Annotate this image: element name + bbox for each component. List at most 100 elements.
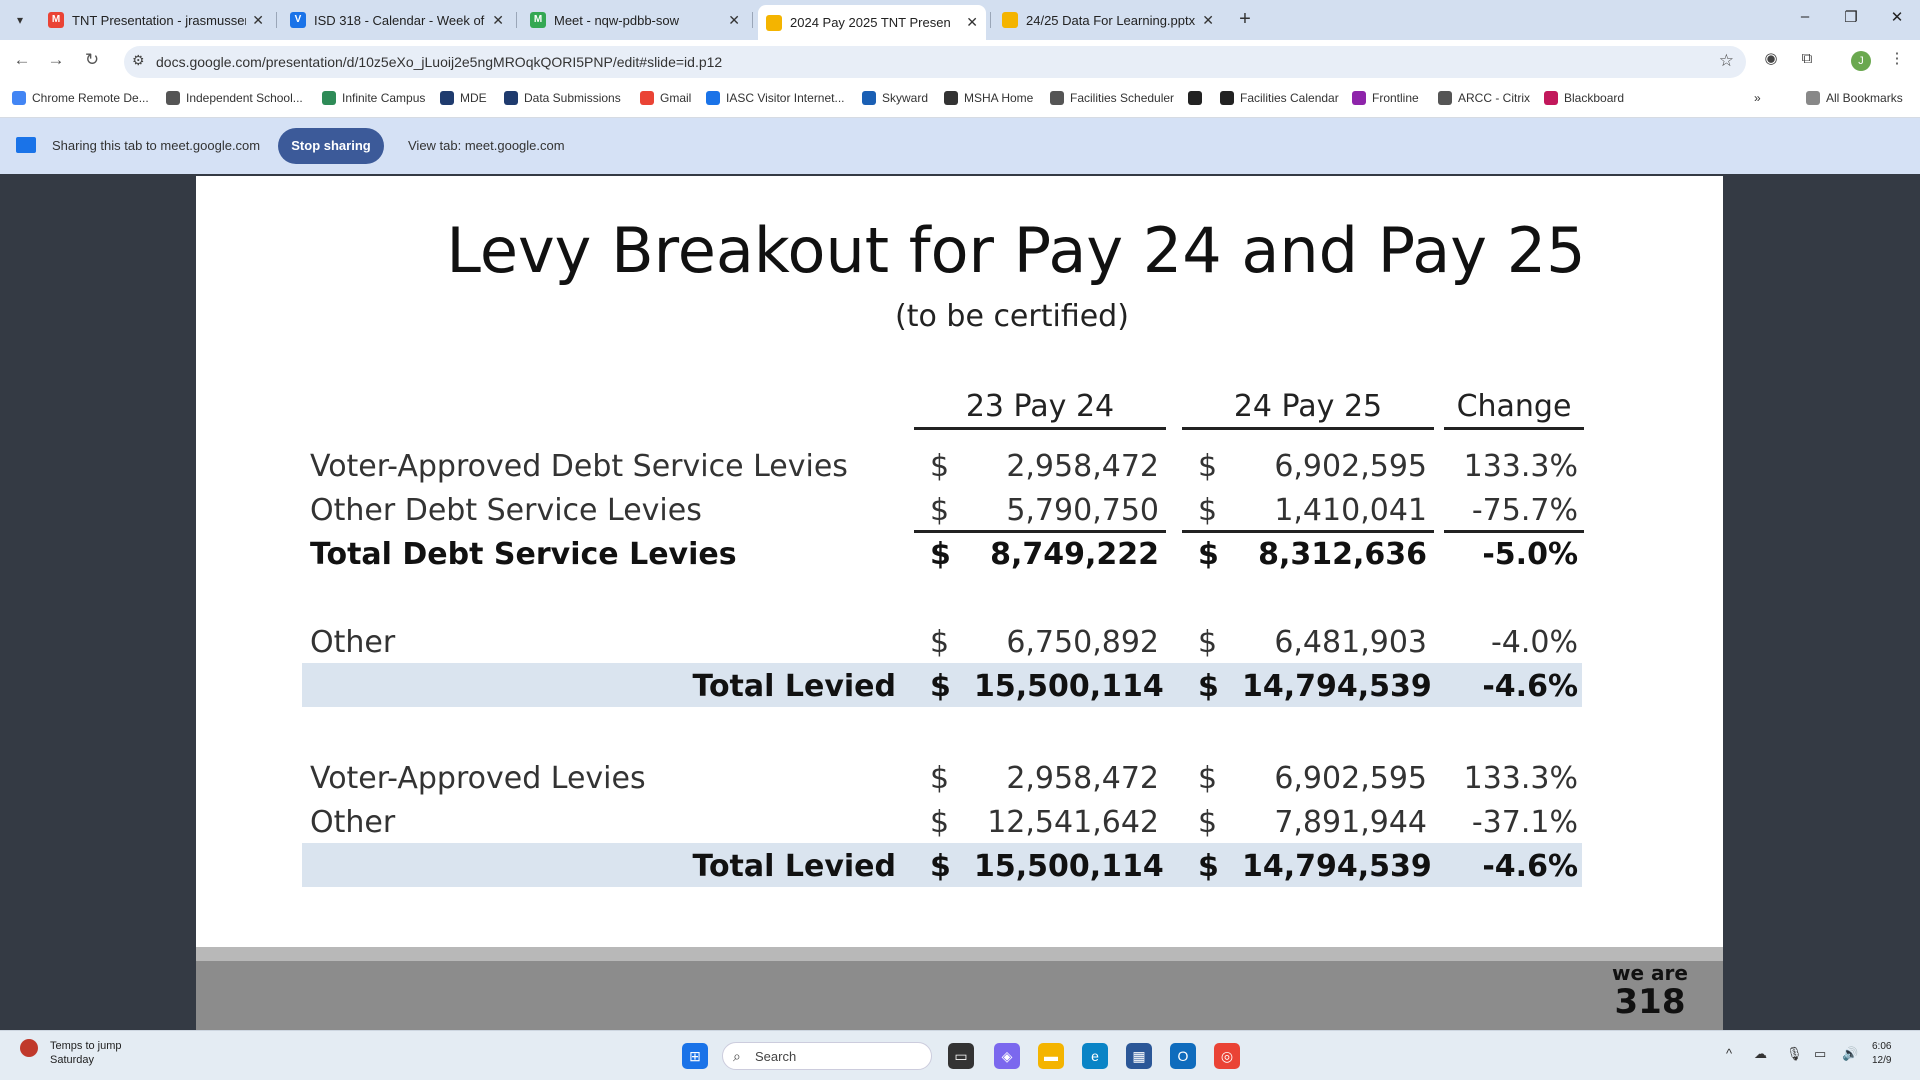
- profile-avatar[interactable]: J: [1851, 51, 1871, 71]
- change-percent: -5.0%: [1482, 537, 1578, 572]
- close-tab-icon[interactable]: ✕: [966, 14, 978, 31]
- bookmark-label: Gmail: [660, 91, 692, 105]
- tab-separator: [516, 12, 517, 28]
- volume-icon[interactable]: 🔊: [1842, 1046, 1858, 1062]
- url-text: docs.google.com/presentation/d/10z5eXo_j…: [156, 54, 723, 70]
- slide-subtitle: (to be certified): [895, 299, 1129, 334]
- row-label: Other Debt Service Levies: [310, 493, 702, 528]
- bookmark-item[interactable]: IASC Visitor Internet...: [706, 91, 845, 105]
- edge-icon[interactable]: e: [1082, 1043, 1108, 1069]
- bookmark-favicon-icon: [862, 91, 876, 105]
- all-bookmarks[interactable]: All Bookmarks: [1806, 91, 1903, 105]
- close-tab-icon[interactable]: ✕: [492, 12, 504, 29]
- tab-title: ISD 318 - Calendar - Week of D: [314, 12, 487, 28]
- weather-widget[interactable]: Temps to jump Saturday: [20, 1039, 122, 1067]
- tab-title: 24/25 Data For Learning.pptx: [1026, 12, 1196, 28]
- bookmark-item[interactable]: Independent School...: [166, 91, 303, 105]
- chrome-icon[interactable]: ◎: [1214, 1043, 1240, 1069]
- row-label: Total Levied: [692, 669, 896, 704]
- outlook-icon[interactable]: O: [1170, 1043, 1196, 1069]
- browser-tab[interactable]: 24/25 Data For Learning.pptx ✕: [994, 5, 1222, 35]
- close-tab-icon[interactable]: ✕: [1202, 12, 1214, 29]
- currency-symbol: $: [1198, 493, 1218, 528]
- bookmark-item[interactable]: Infinite Campus: [322, 91, 425, 105]
- network-icon[interactable]: ▭: [1814, 1046, 1826, 1062]
- close-tab-icon[interactable]: ✕: [252, 12, 264, 29]
- close-window-icon[interactable]: ✕: [1882, 8, 1912, 26]
- tab-favicon-icon: M: [530, 12, 546, 28]
- browser-tab[interactable]: M Meet - nqw-pdbb-sow ✕: [522, 5, 748, 35]
- levy-amount: 15,500,114: [974, 669, 1164, 704]
- bookmark-item[interactable]: ARCC - Citrix: [1438, 91, 1530, 105]
- tab-search-icon[interactable]: ▾: [8, 8, 32, 32]
- close-tab-icon[interactable]: ✕: [728, 12, 740, 29]
- slide-title: Levy Breakout for Pay 24 and Pay 25: [446, 214, 1586, 287]
- back-icon[interactable]: ←: [10, 48, 34, 72]
- screen-share-icon: [16, 137, 36, 153]
- bookmarks-overflow-icon[interactable]: »: [1754, 91, 1761, 105]
- bookmark-item[interactable]: Facilities Calendar: [1220, 91, 1339, 105]
- currency-symbol: $: [1198, 449, 1218, 484]
- file-explorer-icon[interactable]: ▬: [1038, 1043, 1064, 1069]
- extensions-puzzle-icon[interactable]: ⧉: [1796, 48, 1818, 70]
- bookmark-item[interactable]: Facilities Scheduler: [1050, 91, 1174, 105]
- levy-amount: 7,891,944: [1274, 805, 1427, 840]
- subtotal-rule: [1182, 530, 1434, 533]
- bookmark-label: MSHA Home: [964, 91, 1034, 105]
- levy-amount: 12,541,642: [987, 805, 1159, 840]
- change-percent: 133.3%: [1463, 449, 1578, 484]
- bookmark-item[interactable]: MSHA Home: [944, 91, 1033, 105]
- bookmark-label: ARCC - Citrix: [1458, 91, 1530, 105]
- bookmark-favicon-icon: [1438, 91, 1452, 105]
- currency-symbol: $: [930, 449, 950, 484]
- bookmark-label: MDE: [460, 91, 487, 105]
- onedrive-icon[interactable]: ☁: [1754, 1046, 1767, 1062]
- bookmark-item[interactable]: Chrome Remote De...: [12, 91, 149, 105]
- task-view-icon[interactable]: ▭: [948, 1043, 974, 1069]
- bookmark-label: Facilities Calendar: [1240, 91, 1339, 105]
- new-tab-button[interactable]: +: [1233, 8, 1257, 32]
- restore-icon[interactable]: ❐: [1836, 8, 1866, 26]
- levy-amount: 14,794,539: [1242, 669, 1432, 704]
- bookmark-label: Infinite Campus: [342, 91, 426, 105]
- start-icon[interactable]: ⊞: [682, 1043, 708, 1069]
- browser-tab[interactable]: V ISD 318 - Calendar - Week of D ✕: [282, 5, 512, 35]
- bookmark-item[interactable]: Gmail: [640, 91, 691, 105]
- view-tab-link[interactable]: View tab: meet.google.com: [408, 138, 565, 153]
- bookmark-item[interactable]: Blackboard: [1544, 91, 1624, 105]
- address-bar[interactable]: ⚙ docs.google.com/presentation/d/10z5eXo…: [124, 46, 1746, 78]
- reload-icon[interactable]: ↻: [80, 48, 104, 72]
- levy-amount: 14,794,539: [1242, 849, 1432, 884]
- browser-tab[interactable]: M TNT Presentation - jrasmussen ✕: [40, 5, 272, 35]
- tab-title: TNT Presentation - jrasmussen: [72, 12, 247, 28]
- stop-sharing-button[interactable]: Stop sharing: [278, 128, 384, 164]
- store-icon[interactable]: ▦: [1126, 1043, 1152, 1069]
- minimize-icon[interactable]: –: [1790, 8, 1820, 25]
- menu-kebab-icon[interactable]: ⋮: [1886, 48, 1908, 70]
- mic-icon[interactable]: 🎙: [1786, 1046, 1803, 1062]
- change-percent: -75.7%: [1471, 493, 1578, 528]
- bookmark-item[interactable]: Skyward: [862, 91, 928, 105]
- currency-symbol: $: [1198, 669, 1219, 704]
- copilot-icon[interactable]: ◈: [994, 1043, 1020, 1069]
- site-info-icon[interactable]: ⚙: [132, 52, 145, 69]
- clock[interactable]: 6:06 12/9: [1872, 1040, 1891, 1068]
- change-percent: -4.6%: [1482, 849, 1578, 884]
- bookmark-item[interactable]: Data Submissions: [504, 91, 621, 105]
- bookmark-favicon-icon: [706, 91, 720, 105]
- tab-title: 2024 Pay 2025 TNT Presen: [790, 15, 951, 30]
- bookmark-item[interactable]: [1188, 91, 1208, 105]
- bookmark-favicon-icon: [1050, 91, 1064, 105]
- change-percent: -4.0%: [1490, 625, 1578, 660]
- tray-overflow-icon[interactable]: ^: [1726, 1046, 1732, 1061]
- bookmark-item[interactable]: Frontline: [1352, 91, 1419, 105]
- forward-icon[interactable]: →: [44, 48, 68, 72]
- browser-tab[interactable]: 2024 Pay 2025 TNT Presen ✕: [758, 5, 986, 40]
- tab-favicon-icon: V: [290, 12, 306, 28]
- bookmark-star-icon[interactable]: ☆: [1719, 51, 1734, 71]
- folder-icon: [1806, 91, 1820, 105]
- extension-icon[interactable]: ◉: [1760, 48, 1782, 70]
- taskbar-search[interactable]: ⌕ Search: [722, 1042, 932, 1070]
- bookmark-item[interactable]: MDE: [440, 91, 487, 105]
- row-label: Other: [310, 625, 396, 660]
